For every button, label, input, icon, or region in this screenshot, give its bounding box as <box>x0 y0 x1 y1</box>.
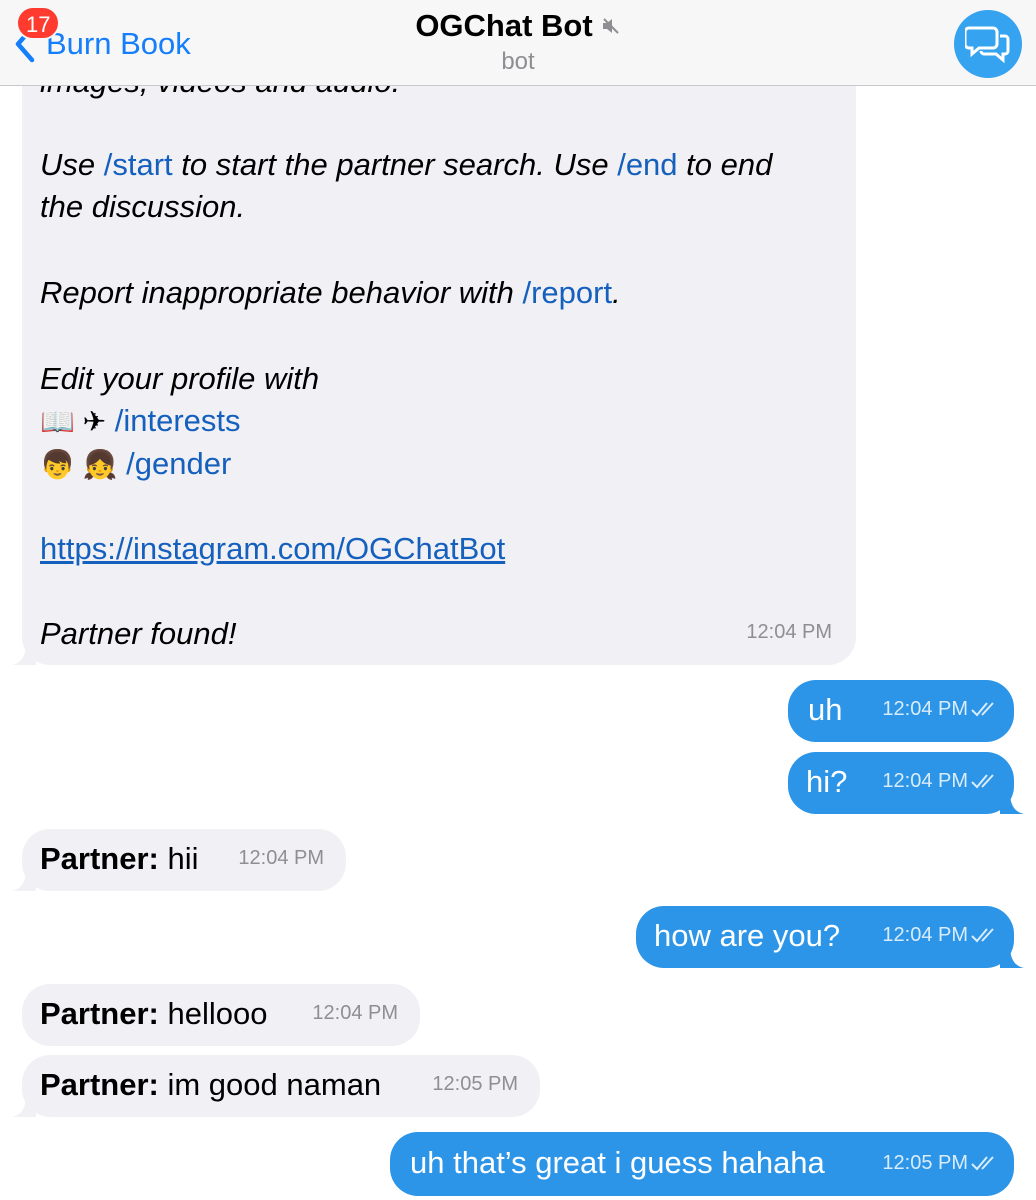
report-command-link[interactable]: /report <box>523 275 613 310</box>
back-label[interactable]: Burn Book <box>46 26 191 62</box>
double-check-icon <box>971 1156 994 1171</box>
bubble-tail <box>12 1095 36 1117</box>
chat-title-area[interactable]: OGChat Bot bot <box>300 8 736 76</box>
double-check-icon <box>971 702 994 717</box>
message-text: Partner: hii <box>40 841 199 876</box>
message-text: Partner: im good naman <box>40 1067 382 1102</box>
speech-bubbles-icon <box>965 26 1010 64</box>
incoming-message: Partner: im good naman 12:05 PM <box>12 1055 540 1117</box>
message-text: uh that’s great i guess hahaha <box>410 1145 825 1180</box>
interests-command-link[interactable]: /interests <box>115 403 241 438</box>
bot-message-bubble: images, videos and audio. Use /start to … <box>12 40 856 665</box>
outgoing-message: hi? 12:04 PM <box>788 752 1024 814</box>
message-time: 12:05 PM <box>882 1152 968 1174</box>
message-status: 12:04 PM <box>882 688 998 730</box>
chat-title-text: OGChat Bot <box>415 8 593 43</box>
message-time: 12:04 PM <box>882 698 968 720</box>
message-time: 12:04 PM <box>746 621 832 643</box>
book-plane-emoji: 📖 ✈ <box>40 406 107 437</box>
sender-label: Partner: <box>40 841 159 876</box>
chat-header: Burn Book 17 OGChat Bot bot <box>0 0 1036 86</box>
bubble-tail <box>12 643 36 665</box>
instagram-link[interactable]: https://instagram.com/OGChatBot <box>40 531 505 566</box>
message-status: 12:04 PM <box>882 914 998 956</box>
bot-report-paragraph: Report inappropriate behavior with /repo… <box>40 275 621 310</box>
message-time: 12:04 PM <box>312 1002 398 1024</box>
sender-label: Partner: <box>40 996 159 1031</box>
gender-command-link[interactable]: /gender <box>126 446 231 481</box>
sender-label: Partner: <box>40 1067 159 1102</box>
chat-title: OGChat Bot <box>415 8 620 44</box>
message-text: hi? <box>806 764 848 799</box>
bubble-tail <box>1000 946 1024 968</box>
message-time: 12:04 PM <box>882 770 968 792</box>
partner-found-line: Partner found! <box>40 616 237 651</box>
chat-subtitle: bot <box>501 48 535 75</box>
message-time: 12:04 PM <box>238 847 324 869</box>
muted-speaker-icon <box>602 18 619 34</box>
unread-badge: 17 <box>16 6 61 40</box>
message-text: uh <box>808 692 843 727</box>
outgoing-message: uh that’s great i guess hahaha 12:05 PM <box>390 1132 1014 1196</box>
message-time: 12:05 PM <box>432 1073 518 1095</box>
message-status: 12:04 PM <box>882 760 998 802</box>
bot-avatar[interactable] <box>954 10 1022 78</box>
message-text: how are you? <box>654 918 841 953</box>
message-text: Partner: hellooo <box>40 996 268 1031</box>
message-time: 12:04 PM <box>882 924 968 946</box>
double-check-icon <box>971 774 994 789</box>
bot-profile-paragraph: Edit your profile with 📖 ✈ /interests 👦 … <box>40 361 320 481</box>
incoming-message: Partner: hellooo 12:04 PM <box>22 984 420 1046</box>
incoming-message: Partner: hii 12:04 PM <box>12 829 346 891</box>
double-check-icon <box>971 928 994 943</box>
bot-commands-paragraph: Use /start to start the partner search. … <box>40 147 773 224</box>
bubble-tail <box>12 869 36 891</box>
outgoing-message: how are you? 12:04 PM <box>636 906 1024 968</box>
outgoing-message: uh 12:04 PM <box>788 680 1014 742</box>
end-command-link[interactable]: /end <box>617 147 677 182</box>
boy-girl-emoji: 👦 👧 <box>40 449 118 480</box>
start-command-link[interactable]: /start <box>104 147 173 182</box>
instagram-link-row: https://instagram.com/OGChatBot <box>40 528 505 570</box>
message-status: 12:05 PM <box>882 1142 998 1184</box>
bubble-tail <box>1000 792 1024 814</box>
